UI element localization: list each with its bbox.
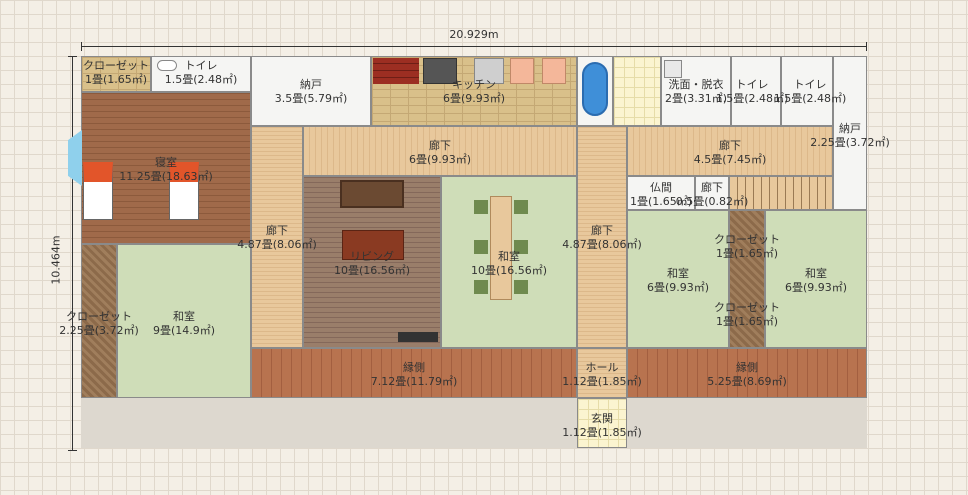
label-genkan: 玄関 1.12畳(1.85㎡) — [562, 412, 642, 439]
width-dimension-line — [81, 46, 867, 47]
label-closet-r1: クローゼット 1畳(1.65㎡) — [714, 233, 780, 260]
height-dimension-line — [72, 56, 73, 450]
label-kitchen: キッチン 6畳(9.93㎡) — [442, 78, 506, 105]
label-hall-center: 廊下 4.87畳(8.06㎡) — [562, 224, 642, 251]
room-washroom — [613, 56, 661, 126]
washing-machine-icon — [664, 60, 682, 78]
label-closet-left: クローゼット 2.25畳(3.72㎡) — [59, 310, 139, 337]
label-toilet-right2: トイレ 1.5畳(2.48㎡) — [773, 78, 847, 105]
chair-icon — [474, 200, 488, 214]
label-hall-entry: ホール 1.12畳(1.85㎡) — [562, 361, 642, 388]
bay-window-icon — [68, 130, 82, 186]
exterior-ground — [81, 398, 867, 448]
height-dimension-tick-bottom — [68, 450, 77, 451]
label-engawa-right: 縁側 5.25畳(8.69㎡) — [707, 361, 787, 388]
label-storage-right: 納戸 2.25畳(3.72㎡) — [810, 122, 890, 149]
height-dimension-tick-top — [68, 56, 77, 57]
label-hall-left: 廊下 4.87畳(8.06㎡) — [237, 224, 317, 251]
label-closet-topleft: クローゼット 1畳(1.65㎡) — [83, 59, 149, 86]
label-washitsu-r2: 和室 6畳(9.93㎡) — [784, 267, 848, 294]
width-dimension-tick-left — [81, 42, 82, 51]
chair-icon — [514, 280, 528, 294]
brick-wall-icon — [373, 58, 419, 84]
label-toilet-left: トイレ 1.5畳(2.48㎡) — [164, 59, 238, 86]
width-dimension-label: 20.929m — [449, 28, 499, 41]
width-dimension-tick-right — [866, 42, 867, 51]
cabinet-icon — [510, 58, 534, 84]
chair-icon — [474, 280, 488, 294]
label-washitsu-left: 和室 9畳(14.9㎡) — [152, 310, 216, 337]
label-washitsu-center: 和室 10畳(16.56㎡) — [470, 250, 548, 277]
sofa-icon — [340, 180, 404, 208]
cabinet-icon — [542, 58, 566, 84]
label-hall-right: 廊下 4.5畳(7.45㎡) — [693, 139, 767, 166]
bathtub-icon — [582, 62, 608, 116]
tv-icon — [398, 332, 438, 342]
label-engawa-left: 縁側 7.12畳(11.79㎡) — [370, 361, 458, 388]
label-bedroom: 寝室 11.25畳(18.63㎡) — [119, 156, 213, 183]
label-hall-small: 廊下 0.5畳(0.82㎡) — [675, 181, 749, 208]
height-dimension-label: 10.464m — [49, 235, 63, 285]
label-closet-r2: クローゼット 1畳(1.65㎡) — [714, 301, 780, 328]
label-hall-top: 廊下 6畳(9.93㎡) — [408, 139, 472, 166]
chair-icon — [514, 200, 528, 214]
label-storage-top: 納戸 3.5畳(5.79㎡) — [274, 78, 348, 105]
label-living: リビング 10畳(16.56㎡) — [333, 250, 411, 277]
dining-table-icon — [490, 196, 512, 300]
label-washitsu-r1: 和室 6畳(9.93㎡) — [646, 267, 710, 294]
bed-icon — [83, 162, 113, 220]
